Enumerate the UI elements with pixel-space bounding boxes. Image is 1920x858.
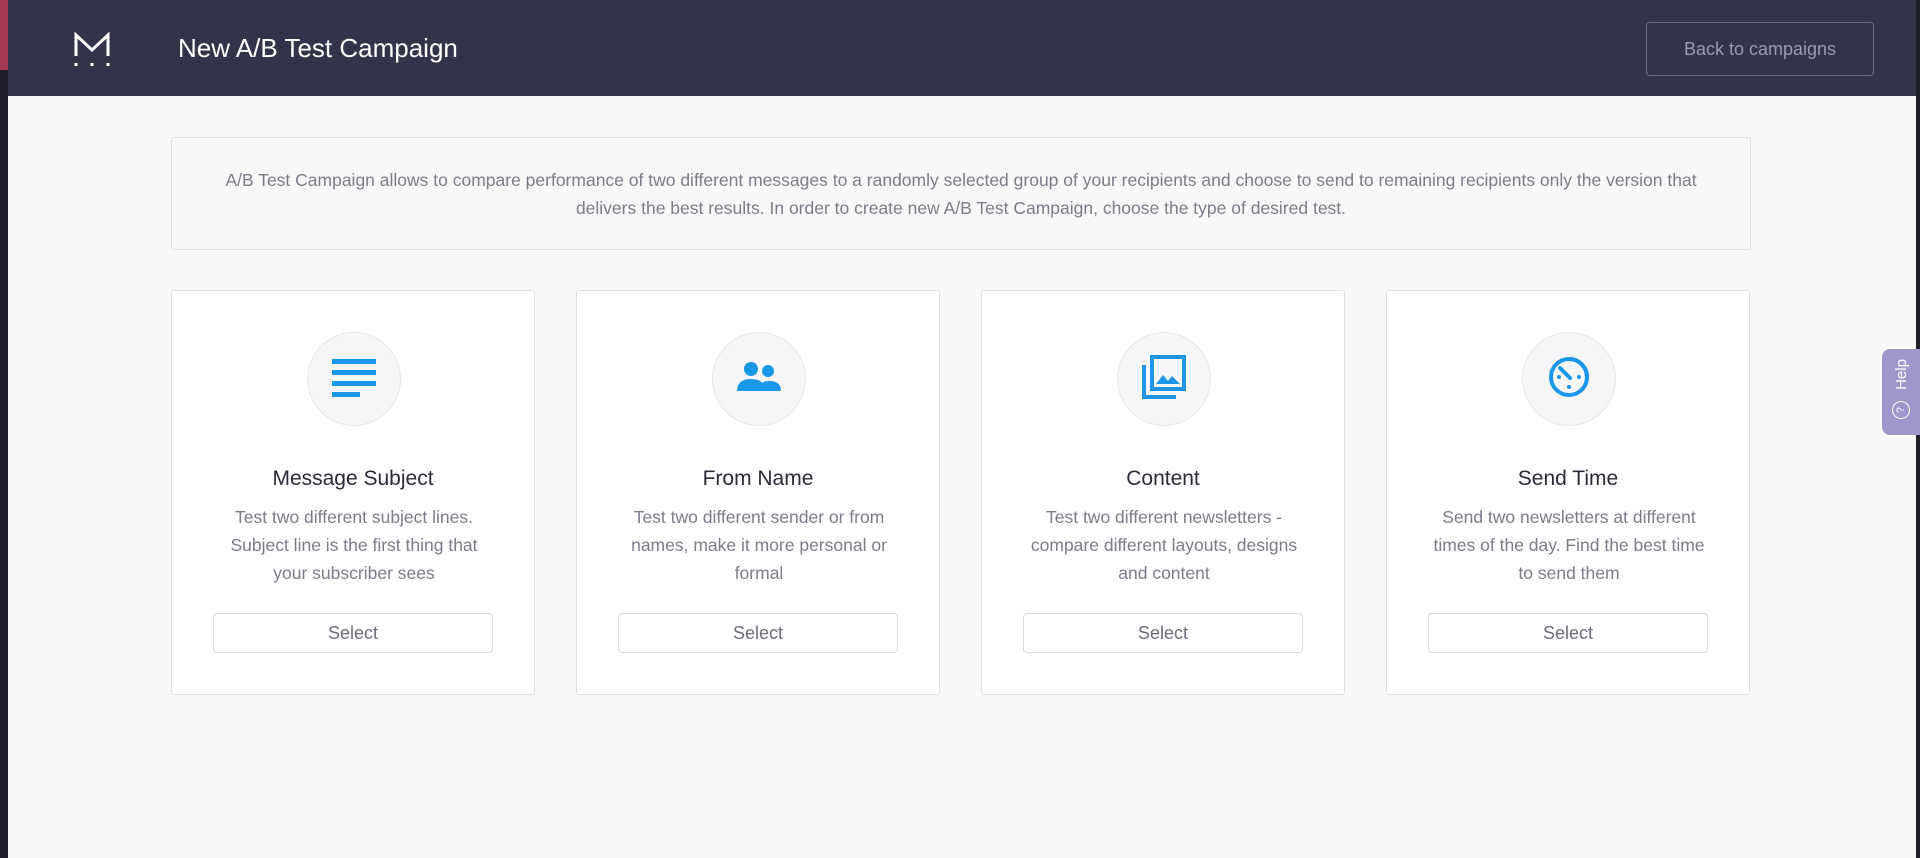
timer-icon bbox=[1547, 355, 1591, 404]
card-title: Message Subject bbox=[272, 467, 434, 490]
help-label: Help bbox=[1892, 358, 1910, 390]
card-icon-wrapper bbox=[712, 332, 806, 426]
card-description: Test two different subject lines. Subjec… bbox=[230, 507, 478, 583]
card-description: Test two different sender or from names,… bbox=[631, 507, 887, 583]
intro-panel: A/B Test Campaign allows to compare perf… bbox=[171, 137, 1751, 250]
image-gallery-icon bbox=[1142, 354, 1186, 404]
test-type-cards: Message Subject Test two different subje… bbox=[171, 290, 1751, 695]
top-bar: New A/B Test Campaign Back to campaigns bbox=[8, 0, 1916, 96]
window-edge-left bbox=[0, 0, 8, 858]
page-title: New A/B Test Campaign bbox=[178, 33, 458, 63]
m-logo-icon[interactable] bbox=[72, 31, 112, 68]
card-message-subject: Message Subject Test two different subje… bbox=[171, 290, 535, 695]
help-question-icon: ? bbox=[1892, 400, 1910, 419]
select-message-subject-button[interactable]: Select bbox=[213, 613, 493, 653]
select-from-name-button[interactable]: Select bbox=[618, 613, 898, 653]
select-content-button[interactable]: Select bbox=[1023, 613, 1303, 653]
card-icon-wrapper bbox=[1117, 332, 1211, 426]
select-send-time-button[interactable]: Select bbox=[1428, 613, 1708, 653]
card-send-time: Send Time Send two newsletters at differ… bbox=[1386, 290, 1750, 695]
back-to-campaigns-button[interactable]: Back to campaigns bbox=[1646, 22, 1874, 76]
people-icon bbox=[736, 361, 782, 398]
card-content: Content Test two different newsletters -… bbox=[981, 290, 1345, 695]
window-edge-accent bbox=[0, 0, 8, 70]
card-description: Send two newsletters at different times … bbox=[1433, 507, 1705, 583]
card-from-name: From Name Test two different sender or f… bbox=[576, 290, 940, 695]
card-title: Content bbox=[1126, 467, 1200, 490]
intro-text: A/B Test Campaign allows to compare perf… bbox=[225, 169, 1697, 218]
card-title: Send Time bbox=[1517, 467, 1619, 490]
card-title: From Name bbox=[702, 467, 814, 490]
subject-lines-icon bbox=[332, 357, 376, 402]
card-icon-wrapper bbox=[1522, 332, 1616, 426]
app-window: New A/B Test Campaign Back to campaigns … bbox=[8, 0, 1920, 858]
card-description: Test two different newsletters - compare… bbox=[1030, 507, 1298, 583]
help-tab[interactable]: Help ? bbox=[1882, 349, 1920, 435]
card-icon-wrapper bbox=[307, 332, 401, 426]
